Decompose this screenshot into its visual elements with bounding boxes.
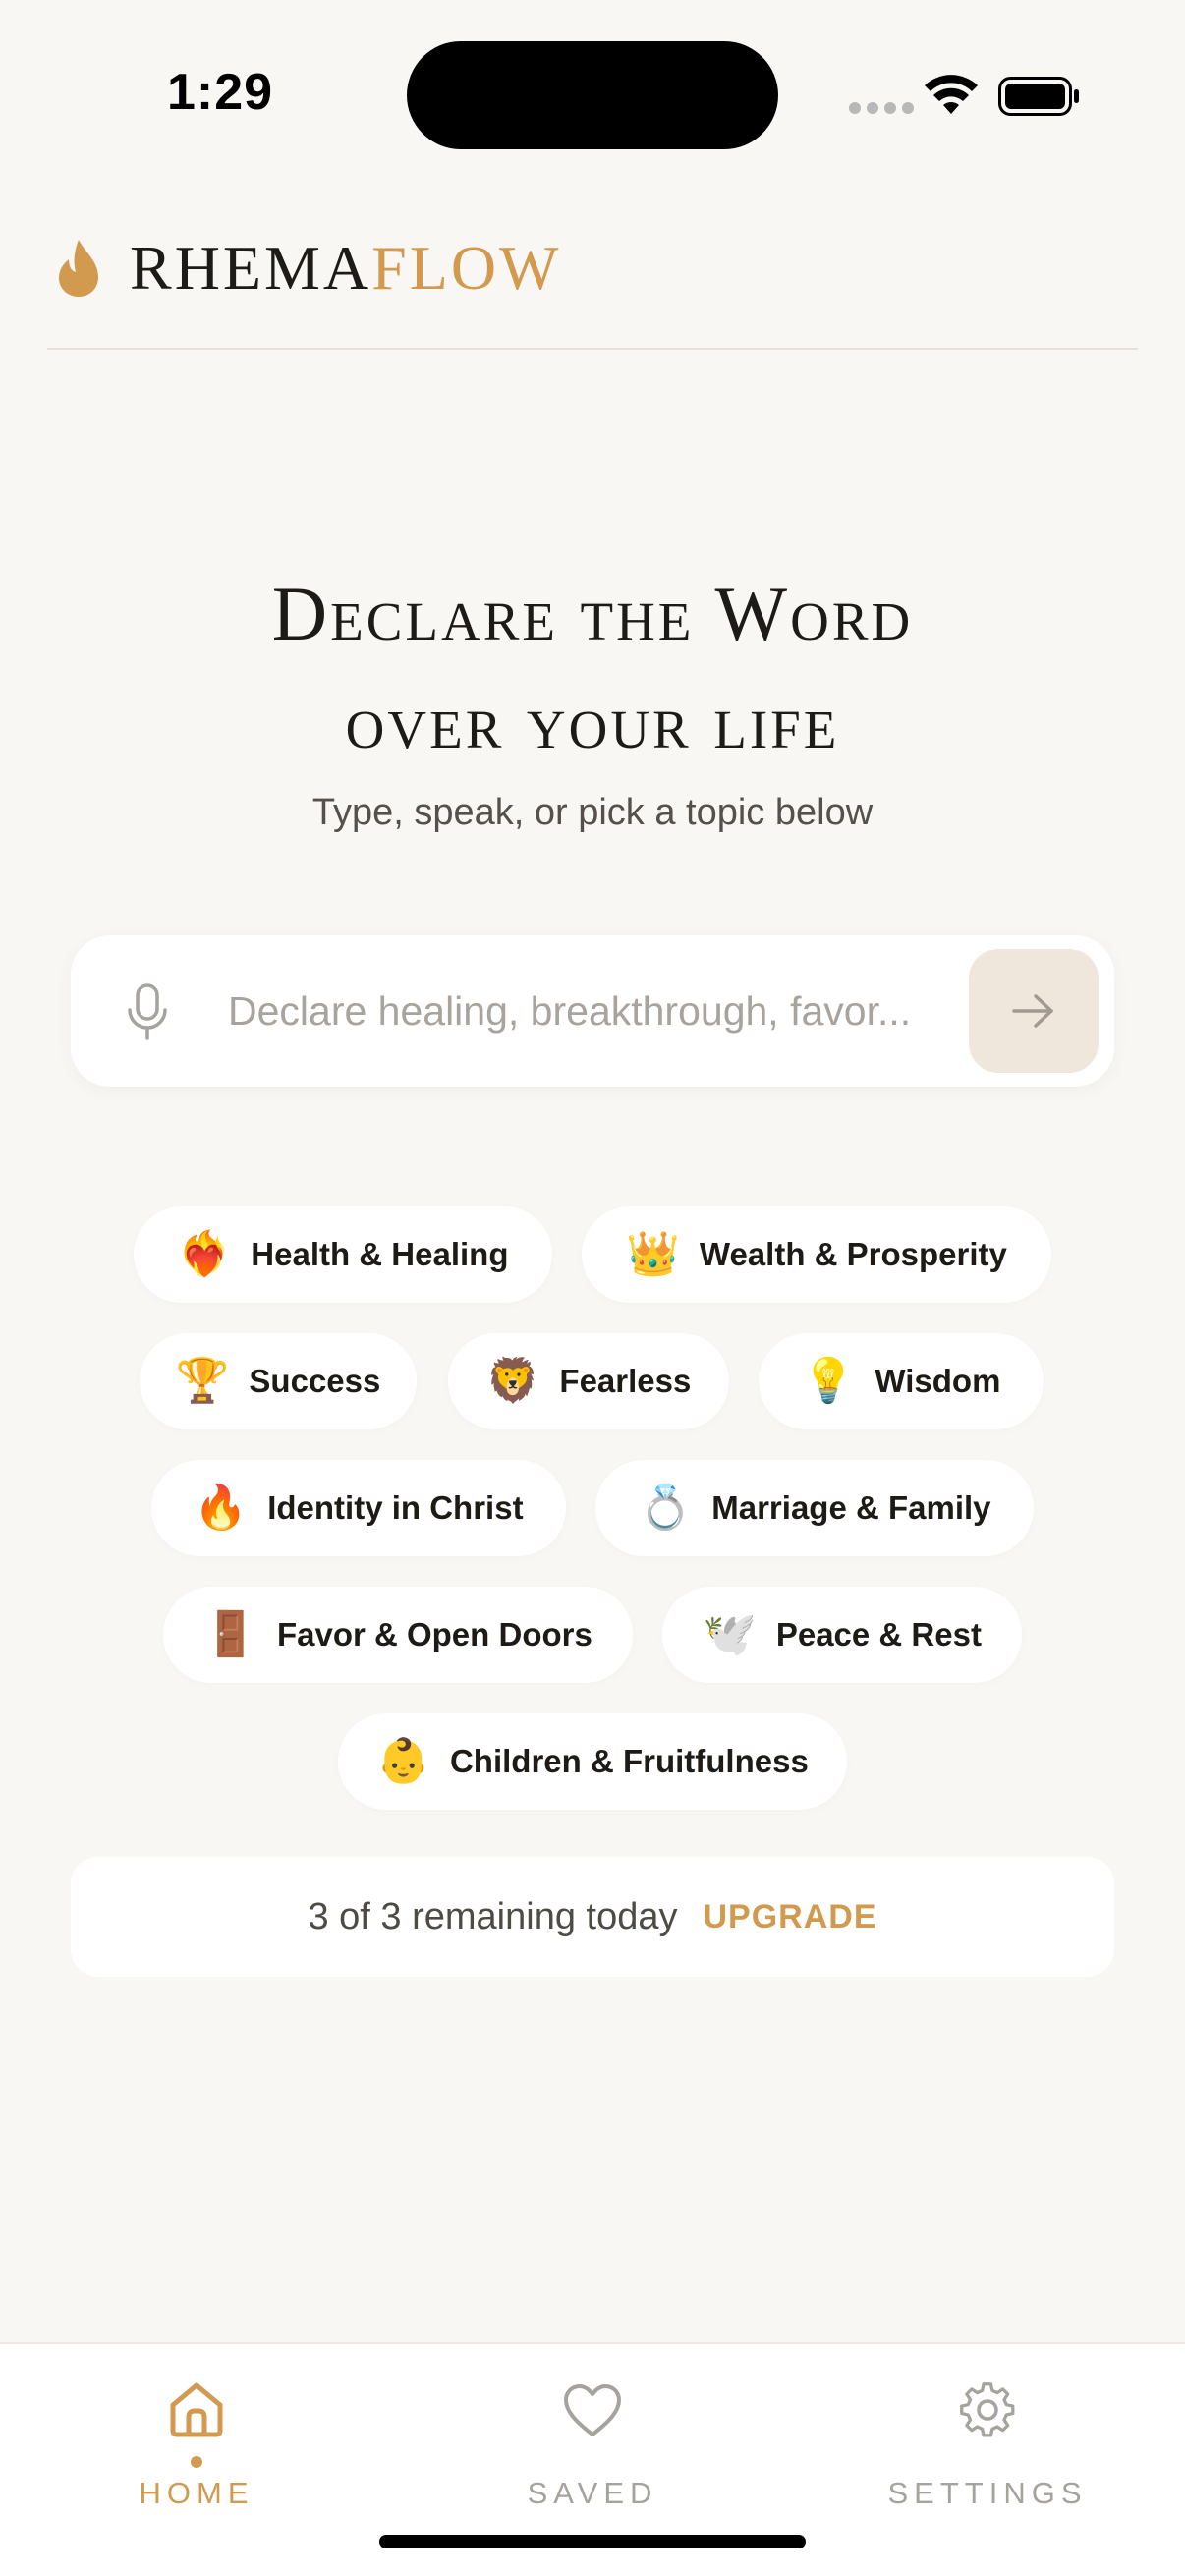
cellular-signal-icon (849, 102, 914, 114)
topic-chip-label: Success (249, 1363, 381, 1399)
topic-chip-health-healing[interactable]: ❤️‍🔥 Health & Healing (134, 1206, 552, 1303)
ring-icon: 💍 (638, 1484, 693, 1532)
usage-quota-banner: 3 of 3 remaining today UPGRADE (71, 1857, 1114, 1977)
trophy-icon: 🏆 (175, 1357, 230, 1405)
topic-chip-label: Health & Healing (251, 1236, 509, 1272)
quota-text: 3 of 3 remaining today (308, 1895, 678, 1937)
topic-chip-success[interactable]: 🏆 Success (140, 1333, 417, 1429)
topic-chip-label: Fearless (559, 1363, 692, 1399)
arrow-right-icon (1012, 994, 1053, 1028)
declaration-input[interactable] (228, 975, 1014, 1047)
fire-icon: 🔥 (194, 1484, 249, 1532)
topic-chip-fearless[interactable]: 🦁 Fearless (448, 1333, 729, 1429)
flame-icon (59, 240, 98, 297)
dynamic-island (407, 41, 778, 149)
door-icon: 🚪 (203, 1610, 257, 1658)
topic-chip-label: Marriage & Family (711, 1489, 991, 1526)
upgrade-link[interactable]: UPGRADE (703, 1898, 876, 1936)
page-title: Declare the Word over your life (271, 571, 914, 764)
status-bar: 1:29 (0, 0, 1185, 187)
status-time: 1:29 (167, 64, 274, 121)
topic-chip-identity-in-christ[interactable]: 🔥 Identity in Christ (151, 1460, 566, 1556)
gear-icon (960, 2382, 1015, 2437)
baby-icon: 👶 (376, 1737, 430, 1785)
tab-settings[interactable]: SETTINGS (840, 2344, 1135, 2521)
tab-label: SETTINGS (887, 2476, 1088, 2510)
topic-chip-favor-open-doors[interactable]: 🚪 Favor & Open Doors (163, 1587, 633, 1683)
submit-button[interactable] (969, 949, 1099, 1073)
topic-chip-label: Identity in Christ (267, 1489, 524, 1526)
battery-icon (998, 77, 1079, 116)
topic-chip-children-fruitfulness[interactable]: 👶 Children & Fruitfulness (338, 1713, 847, 1810)
light-bulb-icon: 💡 (801, 1357, 856, 1405)
topic-chip-label: Wealth & Prosperity (699, 1236, 1007, 1272)
page-subtitle: Type, speak, or pick a topic below (311, 792, 874, 833)
topic-chip-label: Wisdom (875, 1363, 1001, 1399)
topic-chip-label: Peace & Rest (775, 1616, 982, 1652)
home-indicator (379, 2535, 806, 2548)
dove-icon: 🕊️ (703, 1610, 757, 1658)
wifi-icon (925, 75, 978, 114)
heart-icon (564, 2384, 621, 2436)
tab-label: HOME (139, 2476, 254, 2510)
topic-chip-label: Children & Fruitfulness (449, 1743, 809, 1779)
lion-icon: 🦁 (485, 1357, 540, 1405)
crown-icon: 👑 (626, 1230, 680, 1278)
tab-label: SAVED (527, 2476, 658, 2510)
topic-chip-wisdom[interactable]: 💡 Wisdom (759, 1333, 1044, 1429)
microphone-icon[interactable] (126, 982, 169, 1041)
topic-chip-wealth-prosperity[interactable]: 👑 Wealth & Prosperity (582, 1206, 1051, 1303)
topic-chip-label: Favor & Open Doors (276, 1616, 592, 1652)
brand-name: RHEMAFLOW (130, 233, 562, 303)
active-tab-indicator (191, 2456, 202, 2468)
declaration-search-bar (71, 935, 1114, 1087)
app-logo: RHEMAFLOW (55, 233, 562, 303)
tab-home[interactable]: HOME (49, 2344, 344, 2521)
topic-chip-peace-rest[interactable]: 🕊️ Peace & Rest (662, 1587, 1022, 1683)
home-icon (170, 2382, 223, 2437)
tab-saved[interactable]: SAVED (445, 2344, 740, 2521)
header-divider (47, 348, 1138, 350)
heart-on-fire-icon: ❤️‍🔥 (177, 1230, 232, 1278)
topic-chip-marriage-family[interactable]: 💍 Marriage & Family (595, 1460, 1034, 1556)
